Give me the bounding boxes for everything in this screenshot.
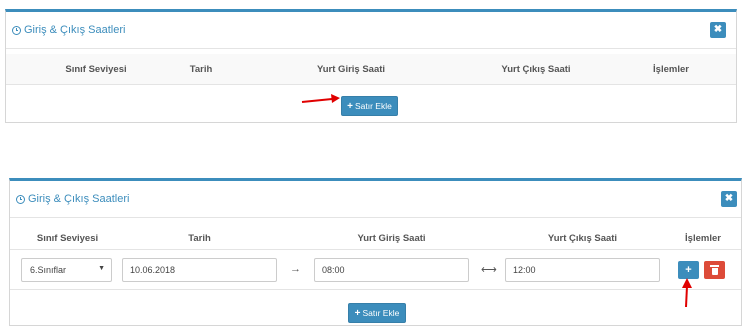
column-header-exit-time: Yurt Çıkış Saati bbox=[547, 232, 618, 244]
trash-icon bbox=[710, 265, 719, 275]
panel-header: Giriş & Çıkış Saatleri ✖ bbox=[10, 181, 741, 218]
add-row-label: Satır Ekle bbox=[354, 101, 392, 111]
panel-entry-exit-times-empty: Giriş & Çıkış Saatleri ✖ Sınıf Seviyesi … bbox=[5, 9, 737, 123]
class-level-value: 6.Sınıflar bbox=[30, 265, 67, 275]
annotation-arrow-up bbox=[682, 278, 692, 308]
panel-title-text: Giriş & Çıkış Saatleri bbox=[28, 193, 130, 205]
column-header-class-level: Sınıf Seviyesi bbox=[65, 63, 127, 75]
annotation-arrow-right bbox=[301, 94, 340, 103]
table-header: Sınıf Seviyesi Tarih Yurt Giriş Saati Yu… bbox=[6, 54, 736, 85]
add-row-button[interactable]: + Satır Ekle bbox=[348, 303, 406, 323]
panel-title: Giriş & Çıkış Saatleri bbox=[16, 193, 129, 205]
column-header-actions: İşlemler bbox=[685, 232, 721, 244]
panel-entry-exit-times-filled: Giriş & Çıkış Saatleri ✖ Sınıf Seviyesi … bbox=[9, 178, 742, 326]
delete-button[interactable] bbox=[704, 261, 725, 279]
column-header-actions: İşlemler bbox=[653, 63, 689, 75]
panel-header: Giriş & Çıkış Saatleri ✖ bbox=[6, 12, 736, 49]
close-button[interactable]: ✖ bbox=[710, 22, 726, 38]
clock-icon bbox=[12, 25, 21, 35]
date-input[interactable]: 10.06.2018 bbox=[122, 258, 277, 282]
class-level-select[interactable]: 6.Sınıflar ▼ bbox=[21, 258, 112, 282]
column-header-exit-time: Yurt Çıkış Saati bbox=[501, 63, 571, 75]
table-header: Sınıf Seviyesi Tarih Yurt Giriş Saati Yu… bbox=[10, 227, 741, 250]
column-header-entry-time: Yurt Giriş Saati bbox=[357, 232, 426, 244]
arrow-both-icon: ⟷ bbox=[481, 264, 497, 276]
column-header-entry-time: Yurt Giriş Saati bbox=[316, 63, 386, 75]
arrow-right-icon: → bbox=[290, 263, 301, 275]
add-row-button[interactable]: + Satır Ekle bbox=[341, 96, 398, 116]
column-header-date: Tarih bbox=[188, 232, 211, 244]
add-row-label: Satır Ekle bbox=[362, 308, 400, 318]
close-button[interactable]: ✖ bbox=[721, 191, 737, 207]
caret-down-icon: ▼ bbox=[98, 265, 105, 272]
column-header-class-level: Sınıf Seviyesi bbox=[36, 232, 99, 244]
entry-time-input[interactable]: 08:00 bbox=[314, 258, 469, 282]
panel-title: Giriş & Çıkış Saatleri bbox=[12, 24, 125, 36]
table-row: 6.Sınıflar ▼ 10.06.2018 → 08:00 ⟷ 12:00 … bbox=[10, 253, 741, 290]
panel-title-text: Giriş & Çıkış Saatleri bbox=[24, 24, 126, 36]
plus-icon: + bbox=[354, 307, 361, 319]
plus-icon: + bbox=[347, 100, 353, 112]
clock-icon bbox=[16, 194, 25, 204]
exit-time-input[interactable]: 12:00 bbox=[505, 258, 660, 282]
column-header-date: Tarih bbox=[189, 63, 213, 75]
